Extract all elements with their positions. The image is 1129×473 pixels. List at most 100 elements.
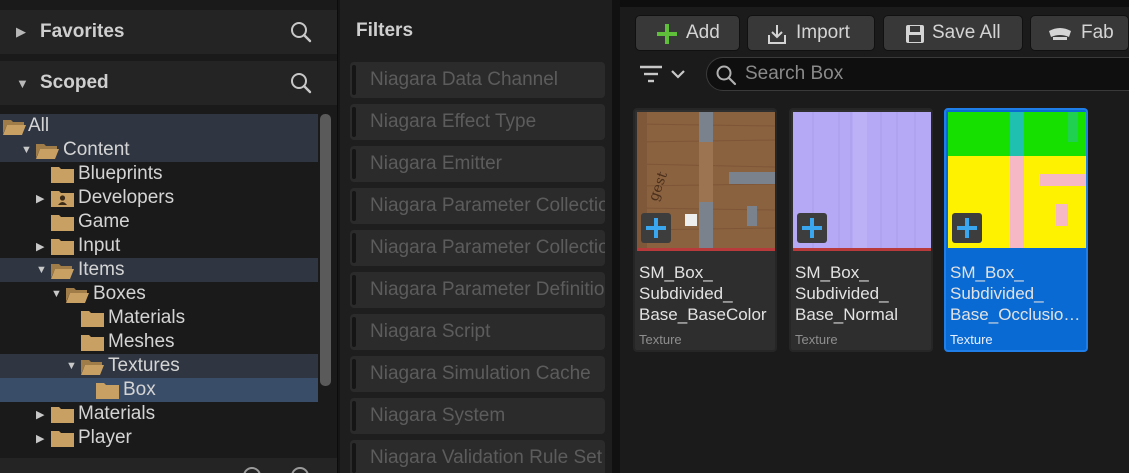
content-browser: Add Import Save All Fab Search Box gest … <box>620 0 1129 473</box>
texture-type-bar <box>637 248 775 251</box>
tree-item[interactable]: ▼ Items <box>0 258 318 282</box>
save-icon <box>906 25 924 43</box>
tree-item[interactable]: ▼ Textures <box>0 354 318 378</box>
tree-item[interactable]: ▶ Input <box>0 234 318 258</box>
tree-item-label: Blueprints <box>78 163 163 184</box>
tree-item[interactable]: Materials <box>0 306 318 330</box>
tree-item[interactable]: ▼ Boxes <box>0 282 318 306</box>
filter-color-stripe <box>352 191 356 221</box>
folder-icon <box>50 165 75 184</box>
plus-icon <box>802 218 822 238</box>
search-icon[interactable] <box>289 20 313 44</box>
folder-open-icon <box>2 117 27 136</box>
filter-color-stripe <box>352 359 356 389</box>
search-icon[interactable] <box>289 71 313 95</box>
filter-item[interactable]: Niagara Emitter <box>350 146 605 182</box>
tree-item[interactable]: ▼ Content <box>0 138 318 162</box>
search-icon[interactable] <box>291 467 309 473</box>
tree-item-label: Developers <box>78 187 175 208</box>
tree-scrollbar[interactable] <box>320 114 331 386</box>
toolbar-top-border <box>620 0 1129 7</box>
add-button[interactable]: Add <box>635 15 740 51</box>
tree-item[interactable]: Blueprints <box>0 162 318 186</box>
panel-splitter[interactable] <box>612 0 620 473</box>
chevron-down-icon[interactable]: ▼ <box>51 288 62 300</box>
add-to-scene-button[interactable] <box>797 213 827 243</box>
asset-name: SM_Box_ Subdivided_ Base_Normal <box>795 262 929 325</box>
plus-icon <box>657 24 677 44</box>
tree-item-label: All <box>28 115 50 136</box>
asset-name-line: Subdivided_ <box>795 284 889 303</box>
fab-icon <box>1049 28 1071 40</box>
import-icon <box>768 25 786 44</box>
chevron-right-icon[interactable]: ▶ <box>36 192 44 205</box>
filter-item[interactable]: Niagara Parameter Collection Instance <box>350 230 605 266</box>
filter-dropdown-icon[interactable] <box>638 62 690 88</box>
favorites-label: Favorites <box>40 21 125 42</box>
filter-item[interactable]: Niagara Simulation Cache <box>350 356 605 392</box>
filter-label: Niagara System <box>370 405 506 426</box>
tree-item[interactable]: Game <box>0 210 318 234</box>
tree-item[interactable]: ▶ Player <box>0 426 318 450</box>
import-button[interactable]: Import <box>747 15 875 51</box>
filter-item[interactable]: Niagara Script <box>350 314 605 350</box>
filter-color-stripe <box>352 233 356 263</box>
asset-name-line: Base_Normal <box>795 305 898 324</box>
search-input[interactable] <box>745 62 1125 86</box>
tree-item-label: Content <box>63 139 130 160</box>
folder-icon <box>50 237 75 256</box>
filter-label: Niagara Script <box>370 321 491 342</box>
texture-type-bar <box>793 248 931 251</box>
folder-icon <box>95 381 120 400</box>
asset-name-line: Subdivided_ <box>950 284 1044 303</box>
chevron-right-icon[interactable]: ▶ <box>36 432 44 445</box>
tree-item[interactable]: Box <box>0 378 318 402</box>
asset-name-line: SM_Box_ <box>950 263 1024 282</box>
filter-color-stripe <box>352 401 356 431</box>
search-box[interactable] <box>706 57 1129 91</box>
chevron-down-icon[interactable]: ▼ <box>16 76 29 91</box>
filter-item[interactable]: Niagara Parameter Definitions <box>350 272 605 308</box>
filter-color-stripe <box>352 443 356 473</box>
asset-type: Texture <box>639 332 682 347</box>
asset-tile[interactable]: gest SM_Box_ Subdivided_ Base_BaseColor … <box>633 108 777 352</box>
filter-item[interactable]: Niagara Parameter Collection <box>350 188 605 224</box>
asset-name-line: SM_Box_ <box>795 263 869 282</box>
asset-tile[interactable]: SM_Box_ Subdivided_ Base_Normal Texture <box>789 108 933 352</box>
chevron-down-icon[interactable]: ▼ <box>21 144 32 156</box>
filter-item[interactable]: Niagara Effect Type <box>350 104 605 140</box>
asset-name: SM_Box_ Subdivided_ Base_BaseColor <box>639 262 773 325</box>
chevron-right-icon[interactable]: ▶ <box>16 24 26 40</box>
asset-name: SM_Box_ Subdivided_ Base_Occlusion... <box>950 262 1084 325</box>
tree-item[interactable]: ▶ Materials <box>0 402 318 426</box>
tree-item[interactable]: ▼All <box>0 114 318 138</box>
filter-color-stripe <box>352 275 356 305</box>
tree-item[interactable]: Meshes <box>0 330 318 354</box>
filter-item[interactable]: Niagara System <box>350 398 605 434</box>
folder-user-icon <box>50 189 75 208</box>
plus-icon <box>957 218 977 238</box>
add-circle-icon[interactable] <box>243 467 261 473</box>
add-to-scene-button[interactable] <box>641 213 671 243</box>
chevron-right-icon[interactable]: ▶ <box>36 240 44 253</box>
chevron-down-icon[interactable]: ▼ <box>66 360 77 372</box>
add-label: Add <box>686 22 720 43</box>
tree-item[interactable]: ▶ Developers <box>0 186 318 210</box>
folder-tree: ▼All▼ContentBlueprints▶DevelopersGame▶In… <box>0 114 318 454</box>
filter-item[interactable]: Niagara Data Channel <box>350 62 605 98</box>
folder-icon <box>50 429 75 448</box>
chevron-right-icon[interactable]: ▶ <box>36 408 44 421</box>
scoped-header[interactable]: ▼ Scoped <box>0 61 337 105</box>
filter-label: Niagara Parameter Collection <box>370 195 605 216</box>
folder-open-icon <box>50 261 75 280</box>
add-to-scene-button[interactable] <box>952 213 982 243</box>
save-all-button[interactable]: Save All <box>883 15 1023 51</box>
filters-panel: Filters Niagara Data Channel Niagara Effe… <box>340 0 612 473</box>
filter-item[interactable]: Niagara Validation Rule Set <box>350 440 605 473</box>
asset-tile-selected[interactable]: SM_Box_ Subdivided_ Base_Occlusion... Te… <box>944 108 1088 352</box>
favorites-header[interactable]: ▶ Favorites <box>0 10 337 54</box>
folder-icon <box>80 333 105 352</box>
fab-button[interactable]: Fab <box>1030 15 1129 51</box>
asset-type: Texture <box>950 332 993 347</box>
chevron-down-icon[interactable]: ▼ <box>36 264 47 276</box>
